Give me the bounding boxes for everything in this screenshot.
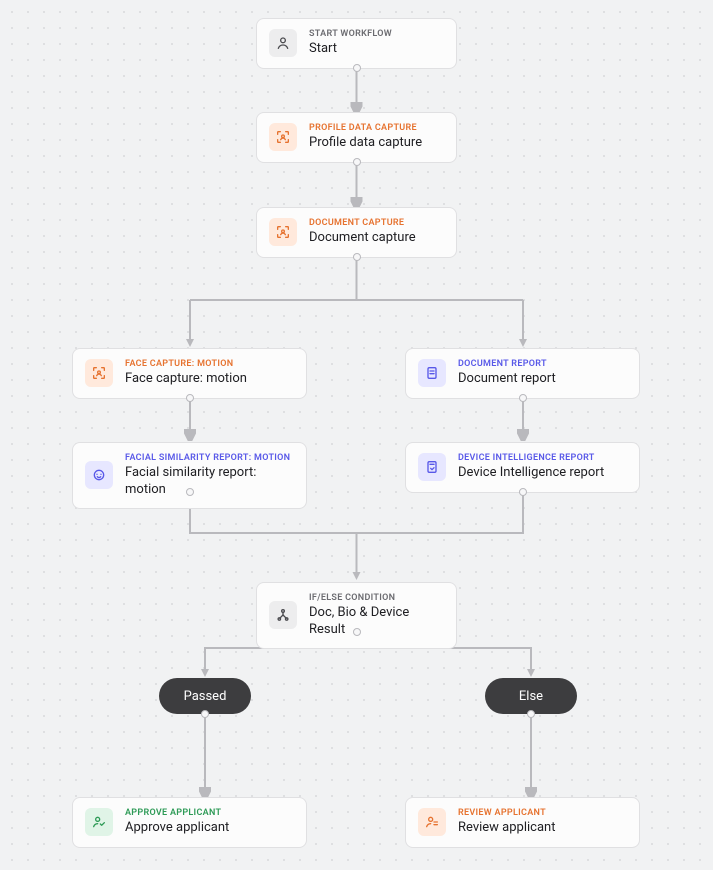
user-review-icon: [418, 808, 446, 836]
node-title: Document report: [458, 371, 556, 387]
node-title: Document capture: [309, 230, 416, 246]
node-overline: PROFILE DATA CAPTURE: [309, 123, 422, 134]
node-document-report[interactable]: DOCUMENT REPORT Document report: [405, 348, 640, 399]
node-title: Device Intelligence report: [458, 465, 604, 481]
node-overline: DOCUMENT REPORT: [458, 359, 556, 370]
port: [353, 64, 361, 72]
port: [201, 710, 209, 718]
node-title: Face capture: motion: [125, 371, 247, 387]
node-overline: FACIAL SIMILARITY REPORT: MOTION: [125, 453, 294, 464]
node-face-capture-motion[interactable]: FACE CAPTURE: MOTION Face capture: motio…: [72, 348, 307, 399]
port: [519, 488, 527, 496]
node-overline: APPROVE APPLICANT: [125, 808, 229, 819]
node-profile-data-capture[interactable]: PROFILE DATA CAPTURE Profile data captur…: [256, 112, 457, 163]
node-overline: IF/ELSE CONDITION: [309, 593, 444, 604]
node-title: Doc, Bio & Device Result: [309, 605, 444, 638]
node-if-else-condition[interactable]: IF/ELSE CONDITION Doc, Bio & Device Resu…: [256, 582, 457, 649]
node-device-intelligence-report[interactable]: DEVICE INTELLIGENCE REPORT Device Intell…: [405, 442, 640, 493]
branch-passed-pill[interactable]: Passed: [159, 678, 251, 714]
capture-icon: [85, 359, 113, 387]
pill-label: Passed: [184, 689, 227, 704]
node-start-workflow[interactable]: START WORKFLOW Start: [256, 18, 457, 69]
node-title: Facial similarity report: motion: [125, 465, 294, 498]
port: [353, 253, 361, 261]
node-document-capture[interactable]: DOCUMENT CAPTURE Document capture: [256, 207, 457, 258]
port: [527, 710, 535, 718]
device-icon: [418, 453, 446, 481]
pill-label: Else: [519, 689, 543, 704]
node-review-applicant[interactable]: REVIEW APPLICANT Review applicant: [405, 797, 640, 848]
node-title: Profile data capture: [309, 135, 422, 151]
node-title: Review applicant: [458, 820, 555, 836]
node-overline: DOCUMENT CAPTURE: [309, 218, 416, 229]
port: [186, 394, 194, 402]
face-scan-icon: [85, 461, 113, 489]
node-overline: DEVICE INTELLIGENCE REPORT: [458, 453, 604, 464]
port: [353, 628, 361, 636]
user-check-icon: [85, 808, 113, 836]
node-overline: START WORKFLOW: [309, 29, 392, 40]
user-icon: [269, 29, 297, 57]
node-title: Start: [309, 41, 392, 57]
port: [353, 158, 361, 166]
node-approve-applicant[interactable]: APPROVE APPLICANT Approve applicant: [72, 797, 307, 848]
node-facial-similarity-report[interactable]: FACIAL SIMILARITY REPORT: MOTION Facial …: [72, 442, 307, 509]
workflow-canvas: START WORKFLOW Start PROFILE DATA CAPTUR…: [0, 0, 713, 870]
capture-icon: [269, 123, 297, 151]
branch-icon: [269, 601, 297, 629]
capture-icon: [269, 218, 297, 246]
port: [519, 394, 527, 402]
port: [186, 488, 194, 496]
branch-else-pill[interactable]: Else: [485, 678, 577, 714]
document-icon: [418, 359, 446, 387]
node-title: Approve applicant: [125, 820, 229, 836]
node-overline: FACE CAPTURE: MOTION: [125, 359, 247, 370]
node-overline: REVIEW APPLICANT: [458, 808, 555, 819]
